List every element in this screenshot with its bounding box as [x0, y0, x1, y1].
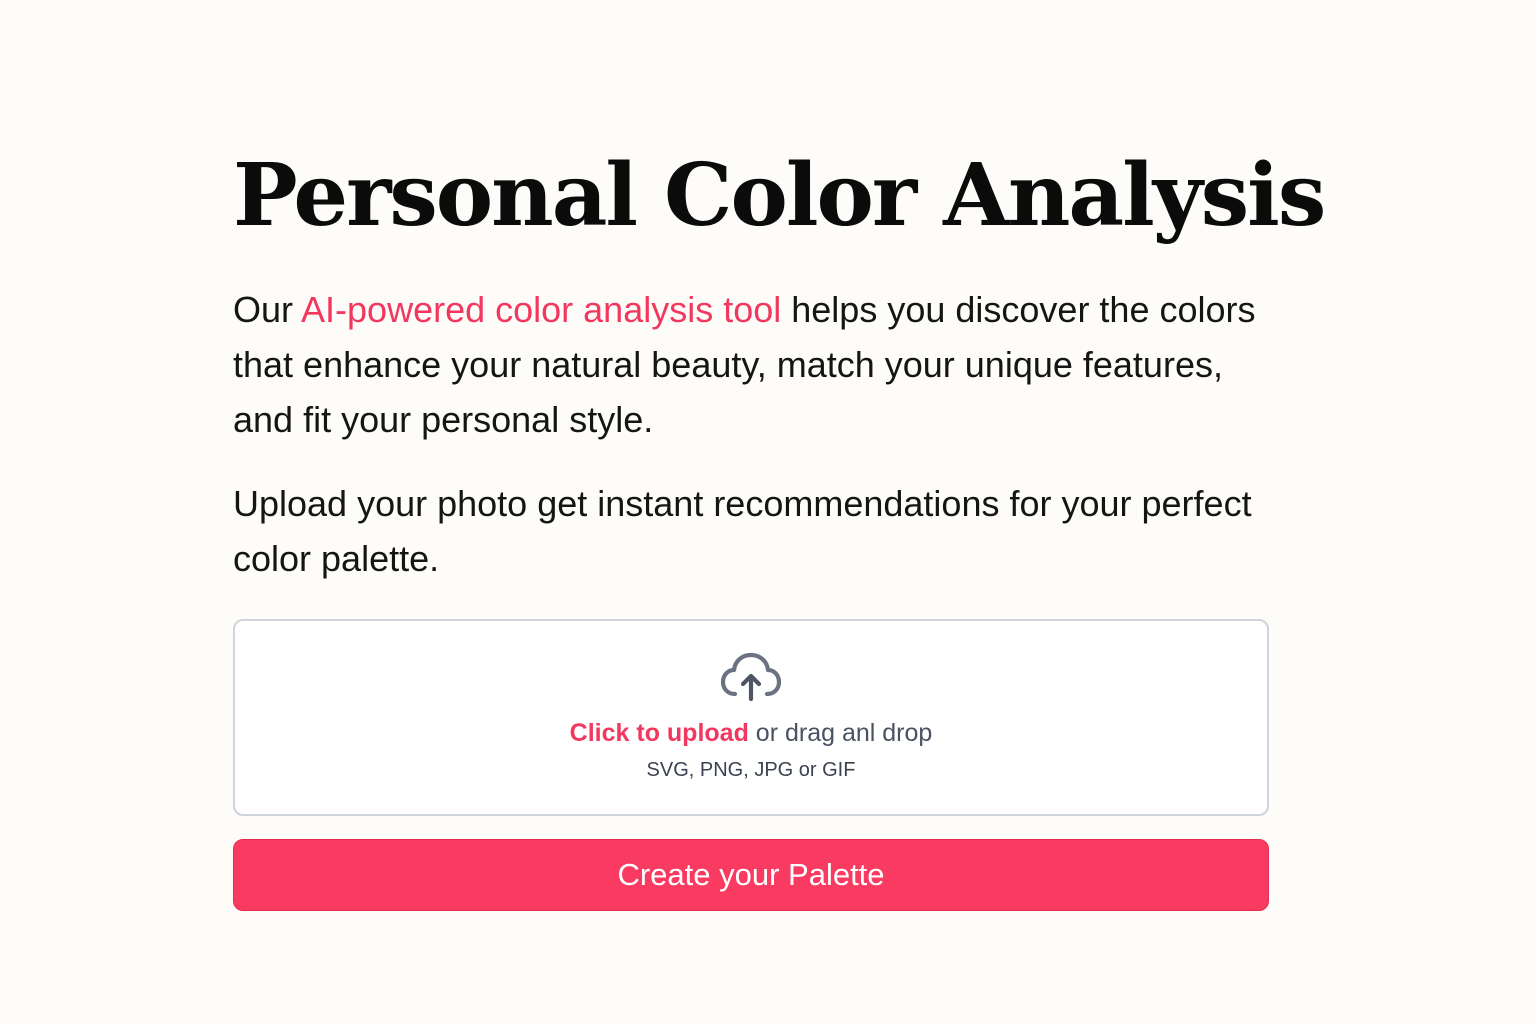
intro-text-start: Our	[233, 289, 302, 330]
page-title: Personal Color Analysis	[233, 145, 1326, 246]
click-to-upload-link[interactable]: Click to upload	[570, 719, 749, 747]
drag-drop-text: or drag anl drop	[748, 719, 933, 747]
supported-formats: SVG, PNG, JPG or GIF	[646, 759, 856, 781]
upload-dropzone[interactable]: Click to upload or drag anl drop SVG, PN…	[233, 619, 1269, 816]
instruction-paragraph: Upload your photo get instant recommenda…	[233, 483, 1252, 579]
cloud-upload-icon	[721, 652, 781, 702]
intro-paragraph: Our AI-powered color analysis tool helps…	[233, 282, 1269, 447]
upload-instructions: Click to upload or drag anl drop	[235, 717, 1267, 749]
intro-highlight: AI-powered color analysis tool	[301, 289, 782, 330]
main-content: Personal Color Analysis Our AI-powered c…	[233, 140, 1326, 911]
create-palette-button[interactable]: Create your Palette	[233, 839, 1269, 911]
